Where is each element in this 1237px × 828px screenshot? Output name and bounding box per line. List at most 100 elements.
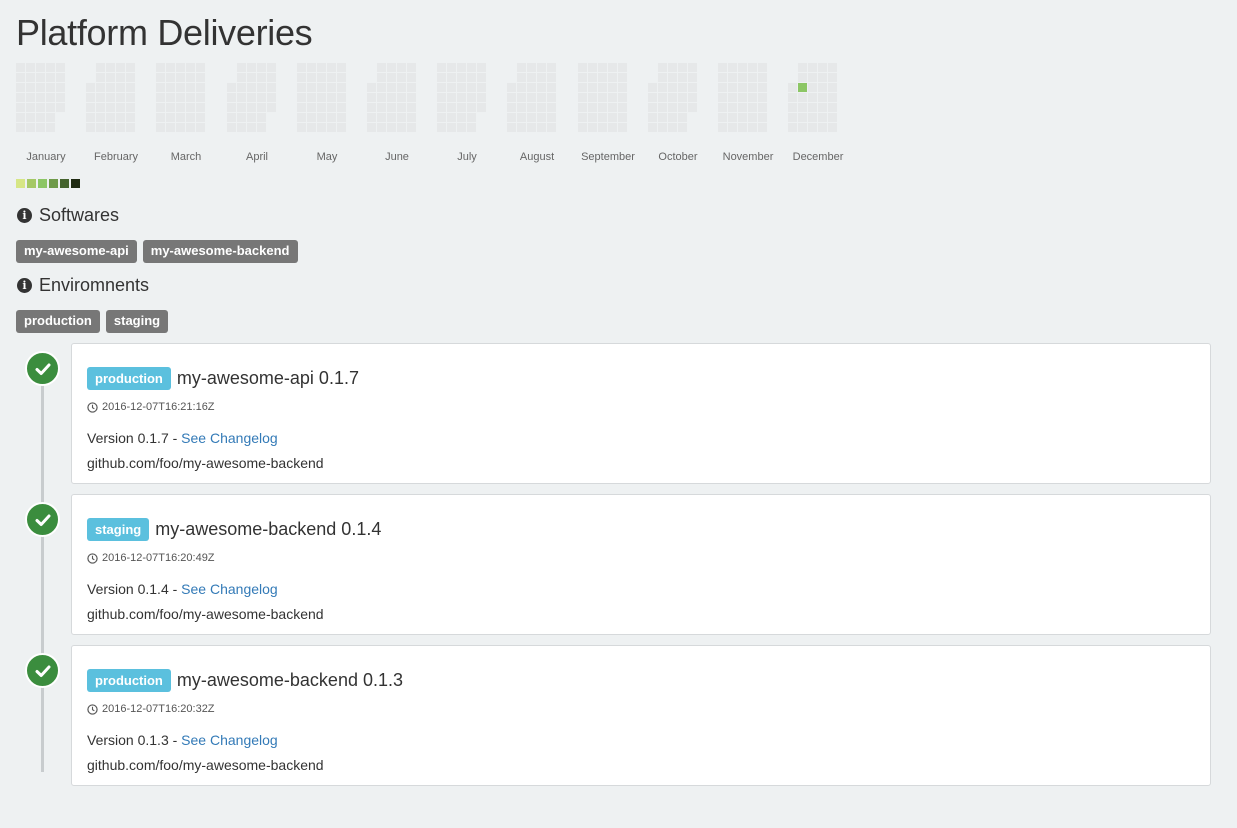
heatmap-day[interactable] bbox=[116, 63, 125, 72]
heatmap-day[interactable] bbox=[517, 73, 526, 82]
heatmap-day[interactable] bbox=[828, 63, 837, 72]
heatmap-day[interactable] bbox=[467, 113, 476, 122]
heatmap-day[interactable] bbox=[387, 83, 396, 92]
heatmap-day[interactable] bbox=[598, 123, 607, 132]
heatmap-day[interactable] bbox=[186, 63, 195, 72]
heatmap-day[interactable] bbox=[166, 73, 175, 82]
heatmap-day[interactable] bbox=[758, 93, 767, 102]
heatmap-day[interactable] bbox=[718, 63, 727, 72]
heatmap-day[interactable] bbox=[96, 83, 105, 92]
heatmap-day[interactable] bbox=[758, 103, 767, 112]
heatmap-day[interactable] bbox=[156, 73, 165, 82]
heatmap-day[interactable] bbox=[196, 113, 205, 122]
heatmap-day[interactable] bbox=[166, 63, 175, 72]
heatmap-day[interactable] bbox=[477, 83, 486, 92]
heatmap-day[interactable] bbox=[718, 103, 727, 112]
heatmap-day[interactable] bbox=[457, 103, 466, 112]
heatmap-day[interactable] bbox=[327, 113, 336, 122]
heatmap-day[interactable] bbox=[387, 113, 396, 122]
heatmap-day[interactable] bbox=[166, 93, 175, 102]
heatmap-day[interactable] bbox=[96, 123, 105, 132]
heatmap-day[interactable] bbox=[678, 73, 687, 82]
heatmap-day[interactable] bbox=[186, 103, 195, 112]
heatmap-day[interactable] bbox=[317, 73, 326, 82]
heatmap-day[interactable] bbox=[547, 93, 556, 102]
heatmap-day[interactable] bbox=[517, 83, 526, 92]
heatmap-day[interactable] bbox=[56, 83, 65, 92]
heatmap-day[interactable] bbox=[527, 63, 536, 72]
heatmap-day[interactable] bbox=[176, 103, 185, 112]
heatmap-day[interactable] bbox=[397, 83, 406, 92]
heatmap-day[interactable] bbox=[377, 103, 386, 112]
heatmap-day[interactable] bbox=[156, 93, 165, 102]
heatmap-day[interactable] bbox=[527, 93, 536, 102]
heatmap-day[interactable] bbox=[738, 123, 747, 132]
heatmap-day[interactable] bbox=[447, 113, 456, 122]
heatmap-day[interactable] bbox=[26, 103, 35, 112]
heatmap-day[interactable] bbox=[758, 83, 767, 92]
heatmap-day[interactable] bbox=[327, 83, 336, 92]
heatmap-day[interactable] bbox=[748, 83, 757, 92]
heatmap-day[interactable] bbox=[257, 83, 266, 92]
heatmap-day[interactable] bbox=[327, 93, 336, 102]
heatmap-day[interactable] bbox=[598, 103, 607, 112]
heatmap-day[interactable] bbox=[527, 83, 536, 92]
heatmap-day[interactable] bbox=[337, 83, 346, 92]
heatmap-day[interactable] bbox=[828, 73, 837, 82]
heatmap-day[interactable] bbox=[16, 63, 25, 72]
heatmap-day[interactable] bbox=[527, 103, 536, 112]
heatmap-day[interactable] bbox=[367, 83, 376, 92]
heatmap-day[interactable] bbox=[56, 73, 65, 82]
heatmap-day[interactable] bbox=[237, 123, 246, 132]
heatmap-day[interactable] bbox=[46, 103, 55, 112]
heatmap-day[interactable] bbox=[578, 113, 587, 122]
heatmap-day[interactable] bbox=[658, 93, 667, 102]
heatmap-day[interactable] bbox=[588, 93, 597, 102]
heatmap-day[interactable] bbox=[86, 83, 95, 92]
heatmap-day[interactable] bbox=[106, 123, 115, 132]
heatmap-day[interactable] bbox=[537, 93, 546, 102]
heatmap-day[interactable] bbox=[537, 63, 546, 72]
software-tag[interactable]: my-awesome-backend bbox=[142, 240, 298, 263]
heatmap-day[interactable] bbox=[237, 93, 246, 102]
heatmap-day[interactable] bbox=[588, 113, 597, 122]
heatmap-day[interactable] bbox=[327, 73, 336, 82]
heatmap-day[interactable] bbox=[126, 63, 135, 72]
changelog-link[interactable]: See Changelog bbox=[181, 581, 278, 597]
heatmap-day[interactable] bbox=[547, 103, 556, 112]
heatmap-day[interactable] bbox=[156, 123, 165, 132]
heatmap-day[interactable] bbox=[227, 83, 236, 92]
heatmap-day[interactable] bbox=[728, 113, 737, 122]
heatmap-day[interactable] bbox=[598, 73, 607, 82]
heatmap-day[interactable] bbox=[247, 83, 256, 92]
heatmap-day[interactable] bbox=[788, 113, 797, 122]
heatmap-day[interactable] bbox=[618, 123, 627, 132]
heatmap-day[interactable] bbox=[648, 123, 657, 132]
heatmap-day[interactable] bbox=[377, 113, 386, 122]
heatmap-day[interactable] bbox=[196, 73, 205, 82]
heatmap-day[interactable] bbox=[788, 103, 797, 112]
heatmap-day[interactable] bbox=[337, 73, 346, 82]
heatmap-day[interactable] bbox=[407, 93, 416, 102]
heatmap-day[interactable] bbox=[247, 123, 256, 132]
heatmap-day[interactable] bbox=[718, 93, 727, 102]
heatmap-day[interactable] bbox=[367, 93, 376, 102]
heatmap-day[interactable] bbox=[337, 93, 346, 102]
heatmap-day[interactable] bbox=[407, 113, 416, 122]
heatmap-day[interactable] bbox=[648, 103, 657, 112]
heatmap-day[interactable] bbox=[818, 83, 827, 92]
heatmap-day[interactable] bbox=[166, 103, 175, 112]
heatmap-day[interactable] bbox=[307, 93, 316, 102]
heatmap-day[interactable] bbox=[467, 103, 476, 112]
heatmap-day[interactable] bbox=[527, 73, 536, 82]
heatmap-day[interactable] bbox=[156, 103, 165, 112]
heatmap-day[interactable] bbox=[16, 113, 25, 122]
heatmap-day[interactable] bbox=[317, 113, 326, 122]
heatmap-day[interactable] bbox=[387, 63, 396, 72]
heatmap-day[interactable] bbox=[56, 63, 65, 72]
heatmap-day[interactable] bbox=[237, 73, 246, 82]
heatmap-day[interactable] bbox=[196, 93, 205, 102]
heatmap-day[interactable] bbox=[828, 93, 837, 102]
heatmap-day[interactable] bbox=[688, 103, 697, 112]
heatmap-day[interactable] bbox=[618, 113, 627, 122]
